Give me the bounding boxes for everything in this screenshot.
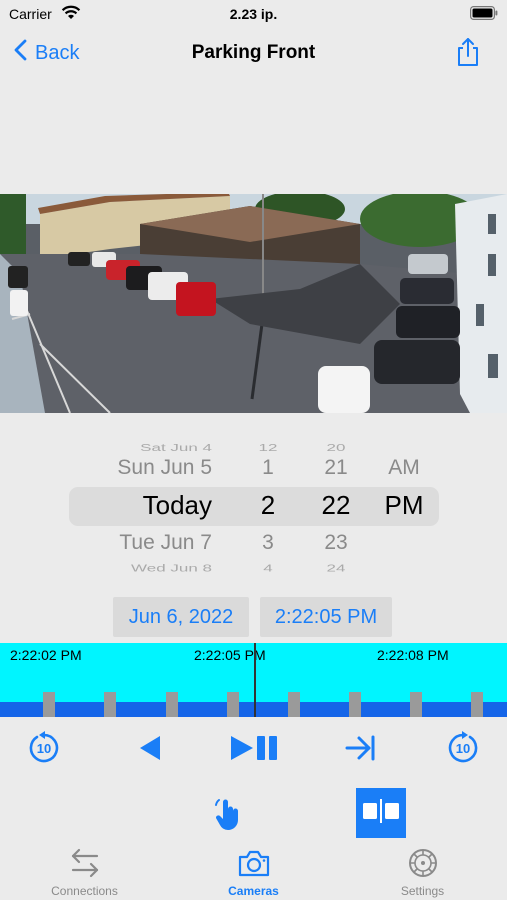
picker-row[interactable]: Sun Jun 5 1 21 AM [0, 456, 507, 492]
time-button[interactable]: 2:22:05 PM [260, 597, 392, 637]
tool-row [0, 788, 507, 840]
timeline-tick [410, 692, 422, 717]
tab-cameras[interactable]: Cameras [169, 840, 338, 900]
camera-feed-image[interactable] [0, 194, 507, 413]
picker-date: Sat Jun 4 [140, 441, 212, 454]
timeline-tick [166, 692, 178, 717]
picker-date: Sun Jun 5 [117, 456, 212, 479]
picker-row-selected[interactable]: Today 2 22 PM [0, 490, 507, 526]
forward-10-icon[interactable]: 10 [441, 725, 485, 771]
picker-minute: 21 [324, 456, 348, 479]
tab-settings[interactable]: Settings [338, 840, 507, 900]
gear-icon [338, 846, 507, 882]
date-button[interactable]: Jun 6, 2022 [113, 597, 249, 637]
tab-label: Cameras [228, 884, 279, 898]
picker-minute: 24 [326, 562, 346, 574]
date-time-buttons: Jun 6, 2022 2:22:05 PM [0, 597, 507, 637]
picker-minute: 22 [321, 490, 351, 520]
picker-minute: 23 [324, 531, 348, 554]
picker-hour: 4 [263, 562, 273, 574]
tab-label: Settings [400, 884, 445, 898]
split-view-icon [361, 798, 401, 828]
picker-hour: 1 [262, 456, 274, 479]
picker-minute: 20 [326, 441, 346, 454]
picker-hour: 2 [260, 490, 276, 520]
page-title: Parking Front [191, 42, 316, 63]
picker-row[interactable]: Wed Jun 8 4 24 [0, 562, 507, 584]
skip-to-end-icon[interactable] [338, 725, 382, 771]
timeline-tick [43, 692, 55, 717]
timeline-tick [104, 692, 116, 717]
timeline-tick [349, 692, 361, 717]
timeline-playhead[interactable] [254, 643, 256, 717]
play-pause-icon[interactable] [228, 725, 282, 771]
playback-controls: 10 10 [0, 725, 507, 775]
status-bar: Carrier 2.23 ip. [0, 0, 507, 30]
share-icon[interactable] [455, 37, 481, 72]
picker-date: Wed Jun 8 [131, 562, 212, 574]
replay-10-icon[interactable]: 10 [22, 725, 66, 771]
timeline-tick [471, 692, 483, 717]
timeline-label: 2:22:08 PM [377, 647, 449, 663]
timeline-scrubber[interactable]: 2:22:02 PM 2:22:05 PM 2:22:08 PM [0, 643, 507, 717]
camera-icon [169, 846, 338, 882]
picker-hour: 3 [262, 531, 274, 554]
battery-icon [470, 6, 498, 23]
navigation-bar: Back Parking Front [0, 30, 507, 76]
split-view-button[interactable] [356, 788, 406, 838]
picker-ampm: PM [384, 490, 424, 520]
picker-ampm: AM [388, 456, 420, 479]
picker-date: Today [142, 490, 212, 520]
timeline-label: 2:22:02 PM [10, 647, 82, 663]
svg-text:10: 10 [456, 741, 470, 756]
clock-label: 2.23 ip. [229, 6, 278, 22]
tab-bar: Connections Cameras Settings [0, 840, 507, 900]
tab-label: Connections [51, 884, 118, 898]
arrows-exchange-icon [0, 846, 169, 882]
hand-pointer-icon[interactable] [213, 798, 245, 837]
timeline-tick [288, 692, 300, 717]
parking-lot-scene [0, 194, 507, 413]
tab-connections[interactable]: Connections [0, 840, 169, 900]
picker-date: Tue Jun 7 [119, 531, 212, 554]
picker-hour: 12 [258, 441, 278, 454]
svg-text:10: 10 [37, 741, 51, 756]
date-time-picker[interactable]: Sat Jun 4 12 20 Sun Jun 5 1 21 AM Today … [0, 420, 507, 585]
step-back-icon[interactable] [128, 725, 172, 771]
timeline-tick [227, 692, 239, 717]
